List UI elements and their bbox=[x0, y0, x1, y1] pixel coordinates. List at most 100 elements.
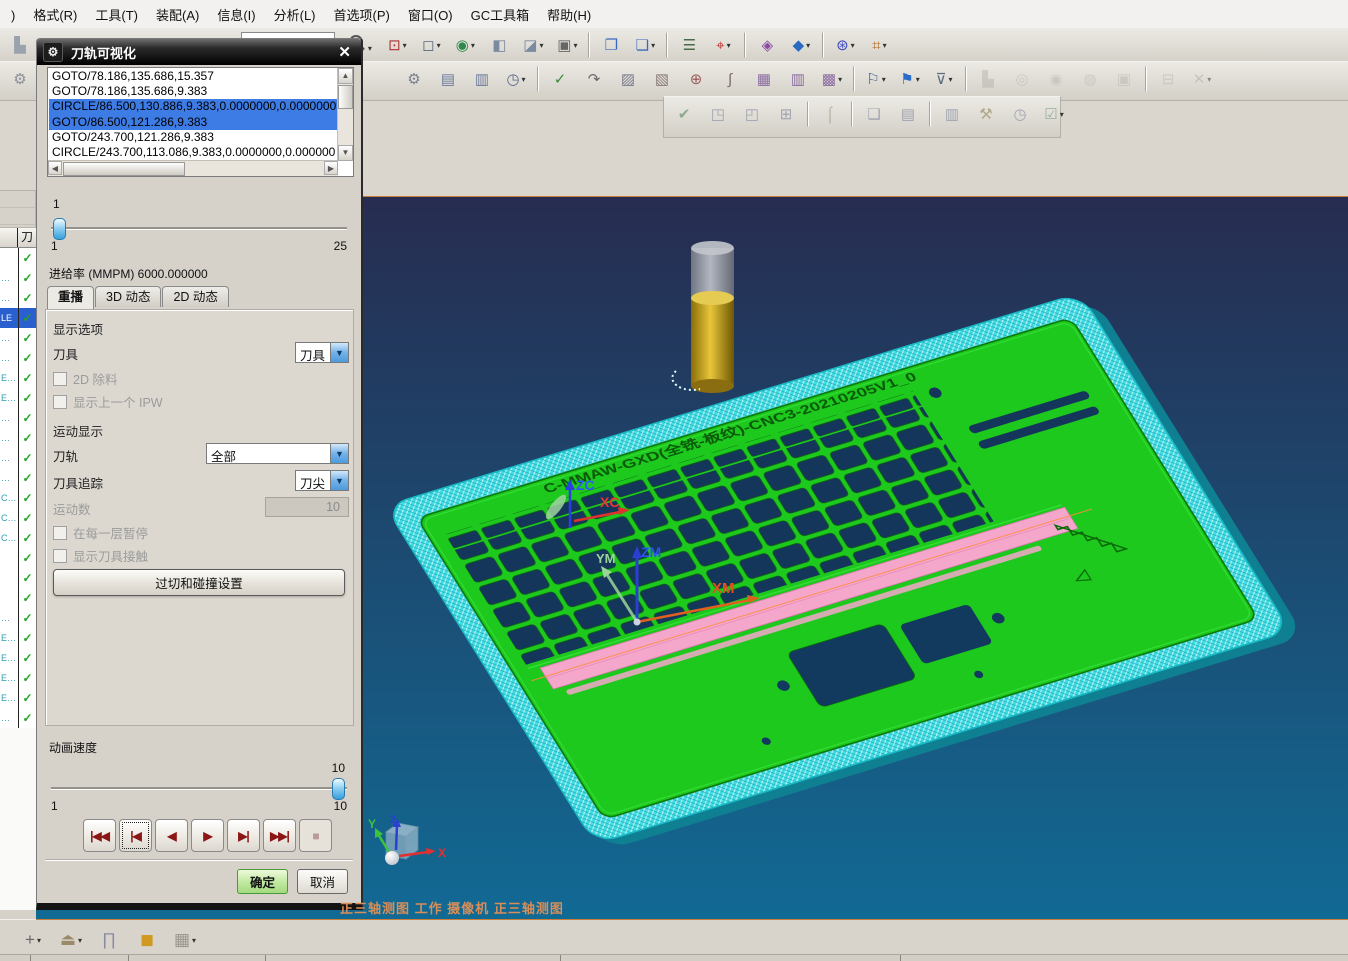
navigator-row[interactable]: E… ✓ bbox=[0, 368, 36, 388]
toolbar-button[interactable]: ▾ bbox=[537, 66, 539, 92]
toolpath-list-line[interactable]: GOTO/78.186,135.686,9.383 bbox=[49, 84, 337, 99]
navigator-row[interactable]: … ✓ bbox=[0, 268, 36, 288]
navigator-row[interactable]: … ✓ bbox=[0, 408, 36, 428]
workpiece-list-button[interactable]: ◰▾ bbox=[736, 100, 768, 128]
tag-add-button[interactable]: ◉▾ bbox=[1040, 65, 1072, 93]
fit-view-button[interactable]: ⊡ ▾ bbox=[381, 31, 413, 59]
dropdown-caret[interactable]: ▾ bbox=[1060, 110, 1064, 119]
view-orient-button[interactable]: ◻ ▾ bbox=[415, 31, 447, 59]
navigator-row[interactable]: … ✓ bbox=[0, 608, 36, 628]
palette-button[interactable]: ▦▾ bbox=[748, 65, 780, 93]
cancel-button[interactable]: 取消 bbox=[297, 869, 348, 894]
navigator-row[interactable]: C… ✓ bbox=[0, 508, 36, 528]
dropdown-caret[interactable]: ▾ bbox=[539, 41, 543, 50]
toolpath-list-line[interactable]: GOTO/243.700,121.286,9.383 bbox=[49, 130, 337, 145]
dropdown-caret[interactable]: ▾ bbox=[78, 936, 82, 945]
play-backward-button[interactable]: ◀ bbox=[155, 819, 188, 852]
toolbar-button[interactable]: ▾ bbox=[666, 32, 669, 58]
menu-item[interactable]: 帮助(H) bbox=[538, 0, 600, 28]
history-button[interactable]: ▙▾ bbox=[972, 65, 1004, 93]
start-flag-button[interactable]: ⚐ ▾ bbox=[860, 65, 892, 93]
navigator-row[interactable]: … ✓ bbox=[0, 288, 36, 308]
close-icon[interactable]: ✕ bbox=[334, 43, 355, 61]
constraint-button[interactable]: ⊛ ▾ bbox=[829, 31, 861, 59]
tag-search-button[interactable]: ◍▾ bbox=[1074, 65, 1106, 93]
toolbar-button[interactable]: ▾ bbox=[929, 101, 931, 127]
toolbar-button[interactable]: ▾ bbox=[588, 32, 591, 58]
vscroll-thumb[interactable] bbox=[338, 85, 353, 109]
render-style-button[interactable]: ◈▾ bbox=[751, 31, 783, 59]
toolpath-command-list[interactable]: GOTO/78.186,135.686,15.357 GOTO/78.186,13… bbox=[47, 67, 354, 177]
horizontal-scrollbar[interactable]: ◀ ▶ bbox=[48, 160, 338, 176]
measure-button[interactable]: ⌗ ▾ bbox=[863, 31, 895, 59]
menu-item[interactable]: 工具(T) bbox=[86, 0, 147, 28]
tool-display-combo[interactable]: 刀具 ▼ bbox=[295, 342, 349, 363]
menu-item[interactable]: 装配(A) bbox=[147, 0, 208, 28]
span-region-button[interactable]: ▧▾ bbox=[646, 65, 678, 93]
toolpath-list-line[interactable]: GOTO/86.500,121.286,9.383 bbox=[49, 114, 337, 130]
dropdown-caret[interactable]: ▾ bbox=[882, 75, 886, 84]
background-button[interactable]: ▣ ▾ bbox=[551, 31, 583, 59]
pause-each-level-checkbox[interactable] bbox=[53, 526, 67, 540]
navigator-row[interactable]: C… ✓ bbox=[0, 528, 36, 548]
dropdown-caret[interactable]: ▾ bbox=[838, 75, 842, 84]
navigator-row[interactable]: … ✓ bbox=[0, 448, 36, 468]
navigator-row[interactable]: LE ✓ bbox=[0, 308, 36, 328]
ok-button[interactable]: 确定 bbox=[237, 869, 288, 894]
menu-item[interactable]: 窗口(O) bbox=[399, 0, 462, 28]
toolpath-list-line[interactable]: CIRCLE/86.500,130.886,9.383,0.0000000,0.… bbox=[49, 99, 337, 115]
toolbar-button[interactable]: ▾ bbox=[807, 101, 809, 127]
dropdown-caret[interactable]: ▾ bbox=[403, 41, 407, 50]
time-estimate-button[interactable]: ◷ ▾ bbox=[500, 65, 532, 93]
toolpath-list-line[interactable]: GOTO/78.186,135.686,15.357 bbox=[49, 69, 337, 84]
csys-display-button[interactable]: ⌖ ▾ bbox=[707, 31, 739, 59]
menu-item[interactable]: 信息(I) bbox=[208, 0, 264, 28]
tool-trace-combo[interactable]: 刀尖 ▼ bbox=[295, 470, 349, 491]
menu-item[interactable]: ) bbox=[2, 3, 24, 27]
point-constructor-button[interactable]: + ▾ bbox=[15, 924, 51, 956]
layer-settings-button[interactable]: ☰▾ bbox=[673, 31, 705, 59]
navigator-row[interactable]: C… ✓ bbox=[0, 488, 36, 508]
navigator-row[interactable]: … ✓ bbox=[0, 468, 36, 488]
tree-config-button[interactable]: ⊟▾ bbox=[1152, 65, 1184, 93]
dropdown-caret[interactable]: ▾ bbox=[806, 41, 810, 50]
menu-item[interactable]: 分析(L) bbox=[265, 0, 325, 28]
machine-sim-button[interactable]: ⚙▾ bbox=[398, 65, 430, 93]
menu-item[interactable]: GC工具箱 bbox=[462, 0, 539, 28]
dropdown-caret[interactable]: ▾ bbox=[37, 936, 41, 945]
navigator-row[interactable]: ✓ bbox=[0, 568, 36, 588]
extrude-button[interactable]: ⏏ ▾ bbox=[53, 924, 89, 956]
speed-slider-track[interactable] bbox=[51, 787, 347, 790]
redo-step-button[interactable]: ↷▾ bbox=[578, 65, 610, 93]
table-drill-button[interactable]: ⊞▾ bbox=[770, 100, 802, 128]
play-forward-button[interactable]: ▶ bbox=[191, 819, 224, 852]
scroll-right-arrow[interactable]: ▶ bbox=[324, 161, 338, 175]
go-to-end-button[interactable]: ▶▶| bbox=[263, 819, 296, 852]
new-window-button[interactable]: ❐▾ bbox=[595, 31, 627, 59]
show-previous-ipw-checkbox[interactable] bbox=[53, 395, 67, 409]
tag-doc-button[interactable]: ▣▾ bbox=[1108, 65, 1140, 93]
speed-slider-thumb[interactable] bbox=[332, 778, 345, 800]
palette-more-button[interactable]: ▩ ▾ bbox=[816, 65, 848, 93]
chevron-down-icon[interactable]: ▼ bbox=[330, 343, 348, 362]
dropdown-caret[interactable]: ▾ bbox=[727, 41, 731, 50]
cavity-button[interactable]: ▦ ▾ bbox=[167, 924, 203, 956]
layered-windows-button[interactable]: ❏▾ bbox=[858, 100, 890, 128]
scroll-down-arrow[interactable]: ▼ bbox=[338, 145, 353, 161]
op-time-button[interactable]: ◷▾ bbox=[1004, 100, 1036, 128]
block-button[interactable]: ◼▾ bbox=[129, 924, 165, 956]
animation-button[interactable]: ◆ ▾ bbox=[785, 31, 817, 59]
go-to-start-button[interactable]: |◀◀ bbox=[83, 819, 116, 852]
navigator-row[interactable]: ✓ bbox=[0, 588, 36, 608]
navigator-row[interactable]: ✓ bbox=[0, 248, 36, 268]
cascade-window-button[interactable]: ❏ ▾ bbox=[629, 31, 661, 59]
run-flag-button[interactable]: ⚑ ▾ bbox=[894, 65, 926, 93]
progress-slider-track[interactable] bbox=[51, 227, 347, 230]
toolbar-button[interactable]: ▾ bbox=[1145, 66, 1147, 92]
postprocess-button[interactable]: ▤▾ bbox=[432, 65, 464, 93]
edit-step-button[interactable]: ✓▾ bbox=[544, 65, 576, 93]
dropdown-caret[interactable]: ▾ bbox=[192, 936, 196, 945]
dropdown-caret[interactable]: ▾ bbox=[883, 41, 887, 50]
dropdown-caret[interactable]: ▾ bbox=[916, 75, 920, 84]
dropdown-caret[interactable]: ▾ bbox=[522, 75, 526, 84]
